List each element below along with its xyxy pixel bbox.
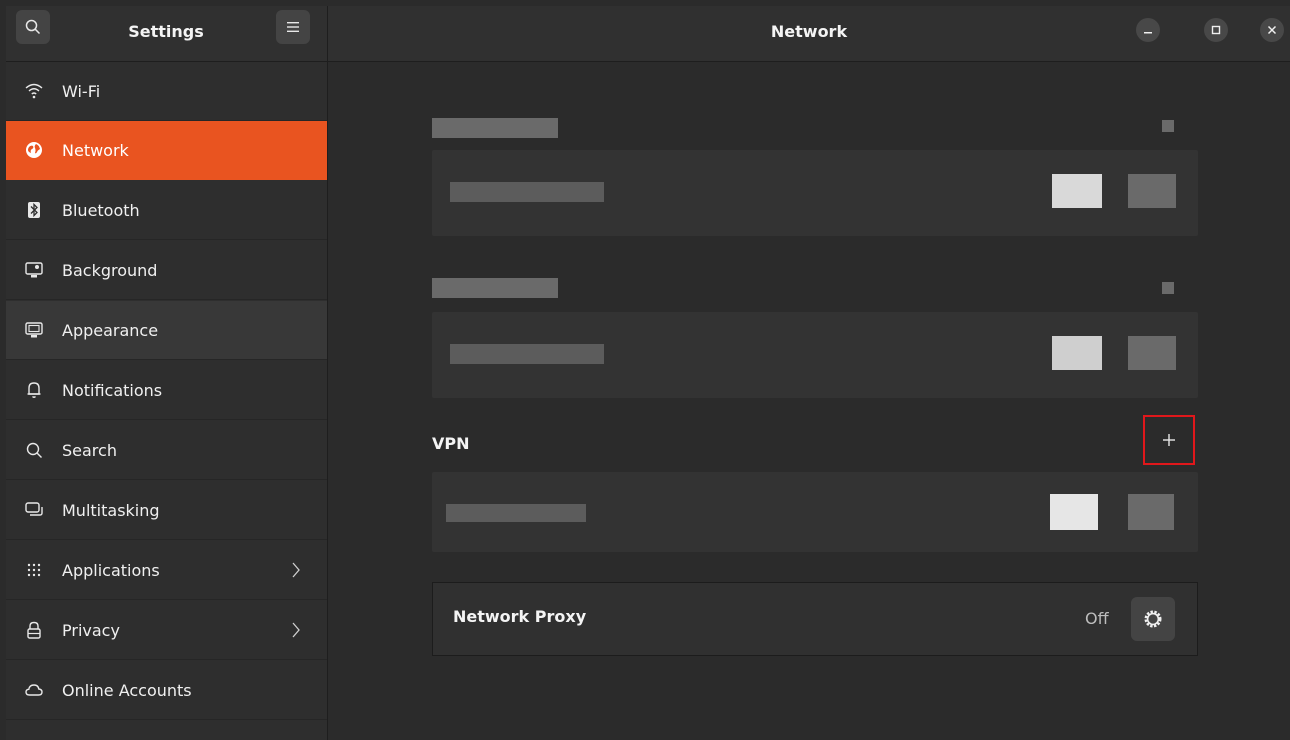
minimize-button[interactable] (1136, 18, 1160, 42)
multitasking-icon (24, 500, 44, 520)
sidebar-item-label: Online Accounts (62, 680, 192, 700)
redacted-settings-button[interactable] (1128, 336, 1176, 370)
sidebar-item-applications[interactable]: Applications (6, 541, 327, 600)
redacted-settings-button[interactable] (1128, 174, 1176, 208)
sidebar-item-label: Appearance (62, 320, 159, 340)
settings-window: Settings Network Wi-Fi Network Bluetooth… (0, 0, 1290, 740)
appearance-icon (24, 320, 44, 340)
sidebar-item-label: Search (62, 440, 117, 460)
redacted-section-action (1162, 282, 1174, 294)
sidebar: Wi-Fi Network Bluetooth Background Appea… (6, 62, 328, 740)
redacted-vpn-label (446, 504, 586, 522)
lock-icon (24, 620, 44, 640)
sidebar-item-background[interactable]: Background (6, 241, 327, 300)
sidebar-item-privacy[interactable]: Privacy (6, 601, 327, 660)
cloud-icon (24, 680, 44, 700)
redacted-connection-label (450, 344, 604, 364)
minimize-icon (1144, 32, 1152, 34)
network-proxy-status: Off (1085, 609, 1109, 628)
sidebar-item-label: Privacy (62, 620, 120, 640)
maximize-button[interactable] (1204, 18, 1228, 42)
sidebar-item-appearance[interactable]: Appearance (6, 301, 327, 360)
maximize-icon (1211, 25, 1221, 35)
redacted-toggle[interactable] (1052, 174, 1102, 208)
gear-icon (1144, 610, 1162, 628)
redacted-toggle[interactable] (1052, 336, 1102, 370)
bluetooth-icon (24, 200, 44, 220)
search-icon (25, 19, 41, 35)
search-icon (24, 440, 44, 460)
background-icon (24, 260, 44, 280)
sidebar-item-label: Multitasking (62, 500, 160, 520)
sidebar-item-notifications[interactable]: Notifications (6, 361, 327, 420)
network-proxy-label: Network Proxy (453, 607, 587, 626)
content-header: Network (328, 6, 1290, 62)
wifi-icon (24, 81, 44, 101)
redacted-section-title (432, 118, 558, 138)
sidebar-item-label: Applications (62, 560, 160, 580)
sidebar-item-label: Bluetooth (62, 200, 140, 220)
close-icon (1267, 25, 1277, 35)
bell-icon (24, 380, 44, 400)
redacted-vpn-toggle[interactable] (1050, 494, 1098, 530)
hamburger-menu-icon (287, 22, 299, 32)
sidebar-title: Settings (128, 21, 204, 41)
plus-icon (1163, 434, 1175, 446)
network-proxy-settings-button[interactable] (1131, 597, 1175, 641)
add-vpn-button[interactable] (1143, 415, 1195, 465)
sidebar-item-online-accounts[interactable]: Online Accounts (6, 661, 327, 720)
grid-icon (24, 560, 44, 580)
vpn-section-title: VPN (432, 434, 470, 453)
chevron-right-icon (292, 562, 300, 578)
search-button[interactable] (16, 10, 50, 44)
sidebar-item-multitasking[interactable]: Multitasking (6, 481, 327, 540)
sidebar-item-search[interactable]: Search (6, 421, 327, 480)
network-panel: VPN Network Proxy Off (328, 62, 1290, 740)
vpn-connection-card[interactable] (432, 472, 1198, 552)
chevron-right-icon (292, 622, 300, 638)
redacted-connection-label (450, 182, 604, 202)
sidebar-item-label: Notifications (62, 380, 163, 400)
sidebar-item-label: Background (62, 260, 158, 280)
sidebar-item-network[interactable]: Network (6, 121, 327, 180)
redacted-connection-card[interactable] (432, 150, 1198, 236)
sidebar-item-label: Network (62, 140, 129, 160)
network-globe-icon (24, 140, 44, 160)
redacted-connection-card[interactable] (432, 312, 1198, 398)
sidebar-item-bluetooth[interactable]: Bluetooth (6, 181, 327, 240)
close-button[interactable] (1260, 18, 1284, 42)
sidebar-item-label: Wi-Fi (62, 81, 101, 101)
redacted-vpn-settings-button[interactable] (1128, 494, 1174, 530)
network-proxy-row[interactable]: Network Proxy Off (432, 582, 1198, 656)
sidebar-item-wifi[interactable]: Wi-Fi (6, 62, 327, 121)
redacted-section-title (432, 278, 558, 298)
redacted-section-action (1162, 120, 1174, 132)
main-menu-button[interactable] (276, 10, 310, 44)
sidebar-header: Settings (6, 6, 328, 62)
